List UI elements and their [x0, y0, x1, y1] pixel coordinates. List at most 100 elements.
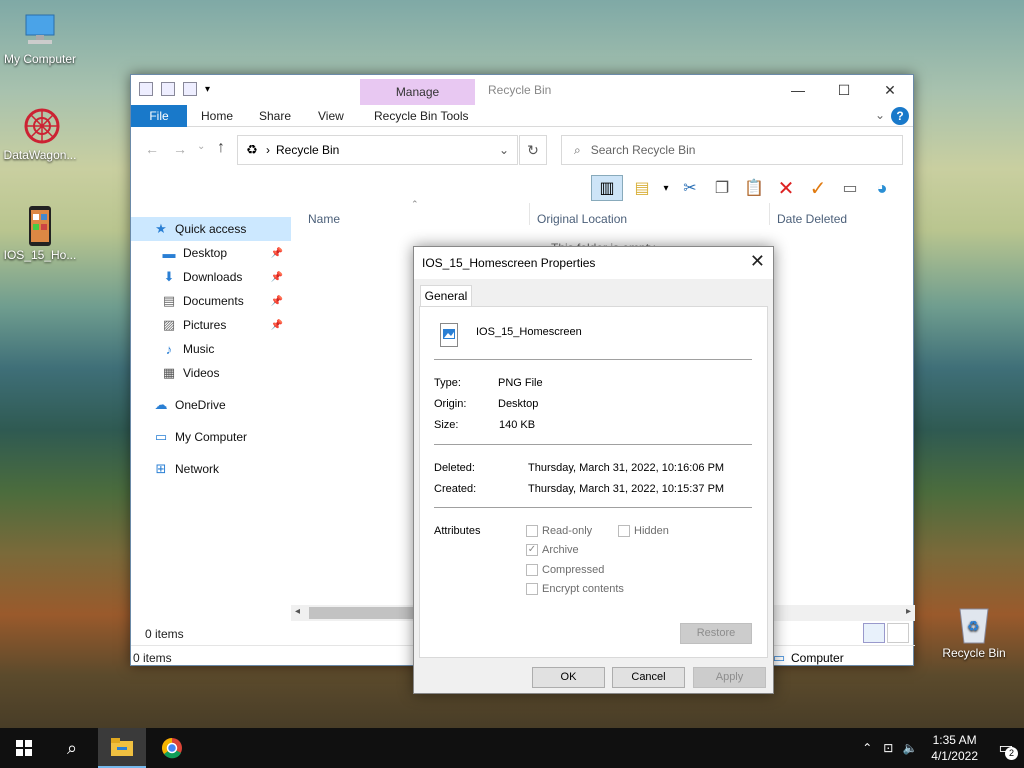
start-button[interactable]: [0, 728, 48, 768]
properties-icon[interactable]: [161, 82, 175, 96]
restore-button[interactable]: Restore: [680, 623, 752, 644]
archive-checkbox[interactable]: ✓ Archive: [526, 544, 579, 556]
png-file-icon: [440, 323, 458, 347]
qat-dropdown-icon[interactable]: ▾: [205, 84, 210, 95]
tab-file[interactable]: File: [131, 105, 187, 127]
nav-item-quick-access[interactable]: ★ Quick access: [131, 217, 291, 241]
windows-logo-icon: [16, 740, 32, 756]
desktop-icon-label: IOS_15_Ho...: [3, 248, 77, 262]
type-label: Type:: [434, 377, 461, 389]
notification-count-badge: 2: [1005, 747, 1018, 760]
notifications-icon[interactable]: ▭ 2: [988, 728, 1024, 768]
address-dropdown-icon[interactable]: ⌄: [499, 143, 509, 157]
back-arrow-icon[interactable]: ←: [145, 141, 159, 157]
system-tray: ⌃ ⊡ 🔈 1:35 AM 4/1/2022 ▭ 2: [857, 728, 1024, 768]
globe-icon[interactable]: ◕: [869, 175, 895, 201]
nav-item-videos[interactable]: ▦ Videos: [131, 361, 291, 385]
dialog-close-icon[interactable]: ✕: [750, 251, 765, 272]
nav-item-my-computer[interactable]: ▭ My Computer: [131, 425, 291, 449]
nav-item-desktop[interactable]: ▬ Desktop 📌: [131, 241, 291, 265]
column-header-date-deleted[interactable]: Date Deleted: [777, 207, 847, 231]
clock[interactable]: 1:35 AM 4/1/2022: [931, 732, 978, 764]
hidden-checkbox[interactable]: Hidden: [618, 525, 669, 537]
file-explorer-taskbar-icon[interactable]: [98, 728, 146, 768]
checkmark-icon[interactable]: ✓: [805, 175, 831, 201]
created-value: Thursday, March 31, 2022, 10:15:37 PM: [528, 483, 725, 495]
paste-icon[interactable]: 📋: [741, 175, 767, 201]
preview-pane-icon[interactable]: ▥: [591, 175, 623, 201]
encrypt-checkbox[interactable]: Encrypt contents: [526, 583, 624, 595]
cancel-button[interactable]: Cancel: [612, 667, 685, 688]
item-count: 0 items: [145, 627, 184, 641]
tab-general[interactable]: General: [420, 285, 472, 307]
chrome-icon[interactable]: [148, 728, 196, 768]
desktop-folder-icon: ▬: [162, 245, 176, 261]
desktop-icon-datawagon[interactable]: DataWagon...: [0, 106, 80, 162]
minimize-button[interactable]: —: [775, 75, 821, 105]
recent-dropdown-icon[interactable]: ⌄: [197, 141, 205, 152]
close-button[interactable]: ✕: [867, 75, 913, 105]
deleted-value: Thursday, March 31, 2022, 10:16:06 PM: [528, 462, 725, 474]
nav-item-label: Pictures: [183, 318, 227, 332]
help-icon[interactable]: ?: [891, 107, 909, 125]
properties-panel-icon[interactable]: ▭: [837, 175, 863, 201]
nav-item-label: OneDrive: [175, 398, 226, 412]
nav-item-downloads[interactable]: ⬇ Downloads 📌: [131, 265, 291, 289]
delete-icon[interactable]: ✕: [773, 175, 799, 201]
scroll-left-icon[interactable]: ◂: [295, 606, 300, 617]
desktop-icon-ios-homescreen[interactable]: IOS_15_Ho...: [0, 206, 80, 262]
large-icons-view-button[interactable]: [887, 623, 909, 643]
nav-item-pictures[interactable]: ▨ Pictures 📌: [131, 313, 291, 337]
cut-icon[interactable]: ✂: [677, 175, 703, 201]
nav-item-label: Quick access: [175, 222, 247, 236]
folder-options-icon[interactable]: ▤: [629, 175, 655, 201]
compressed-checkbox[interactable]: Compressed: [526, 564, 604, 576]
apply-button[interactable]: Apply: [693, 667, 766, 688]
tab-recycle-bin-tools[interactable]: Recycle Bin Tools: [374, 105, 469, 127]
svg-text:♻: ♻: [967, 618, 980, 634]
recycle-toolbar: ▥ ▤ ▾ ✂ ❐ 📋 ✕ ✓ ▭ ◕: [591, 175, 895, 201]
tab-view[interactable]: View: [318, 105, 344, 127]
nav-item-network[interactable]: ⊞ Network: [131, 457, 291, 481]
readonly-checkbox[interactable]: Read-only: [526, 525, 592, 537]
copy-icon[interactable]: ❐: [709, 175, 735, 201]
chevron-down-icon[interactable]: ⌄: [875, 108, 885, 122]
volume-icon[interactable]: 🔈: [899, 741, 921, 755]
desktop-icon-label: DataWagon...: [3, 148, 77, 162]
ribbon-tabs: File Home Share View Recycle Bin Tools ⌄…: [131, 105, 913, 127]
desktop-icon-recycle-bin[interactable]: ♻ Recycle Bin: [934, 604, 1014, 660]
status-location-label: Computer: [791, 651, 844, 665]
divider: [434, 444, 752, 445]
scroll-right-icon[interactable]: ▸: [906, 606, 911, 617]
dropdown-icon[interactable]: ▾: [661, 175, 671, 201]
nav-item-onedrive[interactable]: ☁ OneDrive: [131, 393, 291, 417]
cloud-icon: ☁: [154, 397, 168, 412]
search-input[interactable]: ⌕ Search Recycle Bin: [561, 135, 903, 165]
nav-item-music[interactable]: ♪ Music: [131, 337, 291, 361]
manage-tab[interactable]: Manage: [360, 79, 475, 105]
network-icon[interactable]: ⊡: [877, 741, 899, 755]
address-bar[interactable]: ♻ › Recycle Bin ⌄: [237, 135, 518, 165]
details-view-button[interactable]: [863, 623, 885, 643]
chevron-up-icon[interactable]: ⌃: [857, 741, 877, 755]
status-bar-count: 0 items: [133, 651, 172, 665]
maximize-button[interactable]: ☐: [821, 75, 867, 105]
new-folder-icon[interactable]: [183, 82, 197, 96]
column-header-name[interactable]: Name: [308, 207, 340, 231]
explorer-titlebar: ▾ Manage Recycle Bin — ☐ ✕: [131, 75, 913, 105]
nav-item-documents[interactable]: ▤ Documents 📌: [131, 289, 291, 313]
forward-arrow-icon[interactable]: →: [173, 141, 187, 157]
search-icon[interactable]: ⌕: [48, 728, 96, 768]
ok-button[interactable]: OK: [532, 667, 605, 688]
network-icon: ⊞: [155, 461, 167, 476]
checkmark-icon: ✓: [526, 544, 538, 556]
document-icon: ▤: [162, 293, 176, 308]
tab-share[interactable]: Share: [259, 105, 291, 127]
nav-item-label: My Computer: [175, 430, 248, 444]
desktop-icon-my-computer[interactable]: My Computer: [0, 10, 80, 66]
column-header-original-location[interactable]: Original Location: [537, 207, 627, 231]
up-arrow-icon[interactable]: ↑: [217, 139, 225, 157]
refresh-button[interactable]: ↻: [519, 135, 547, 165]
navigation-pane: ★ Quick access ▬ Desktop 📌 ⬇ Downloads 📌 ▤ Doc…: [131, 215, 291, 617]
tab-home[interactable]: Home: [201, 105, 233, 127]
